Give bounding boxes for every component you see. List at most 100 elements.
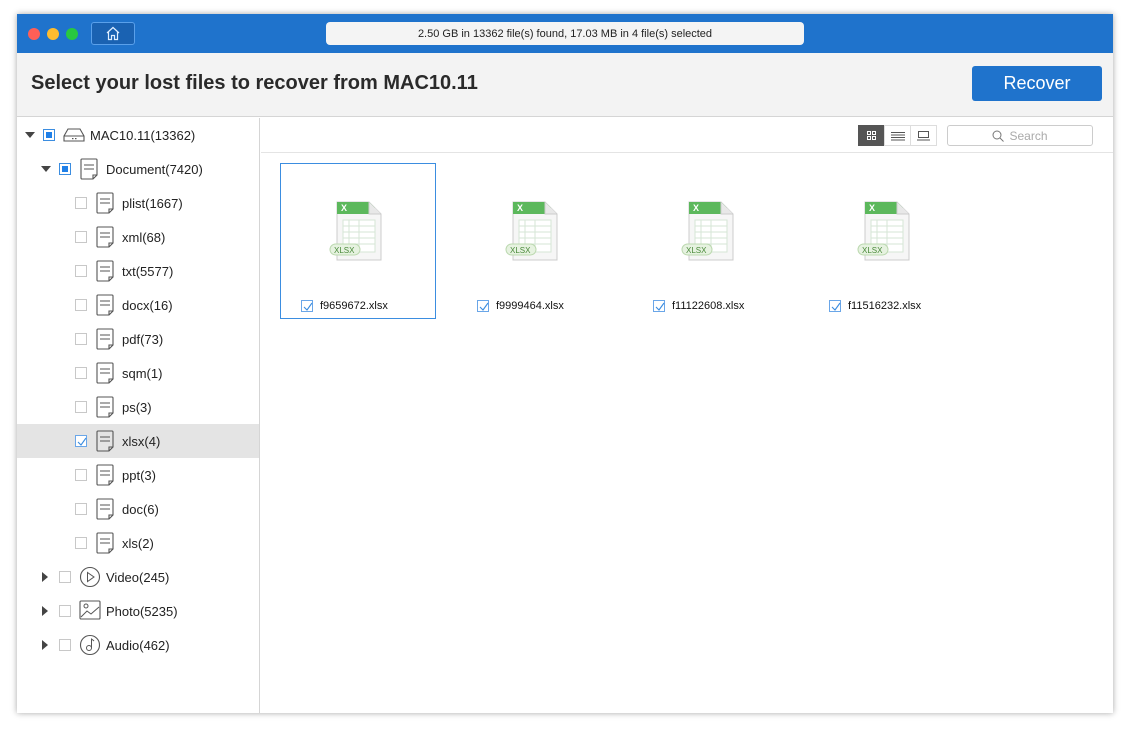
file-checkbox[interactable]	[301, 300, 313, 312]
document-icon	[95, 498, 115, 523]
tree-checkbox[interactable]	[43, 129, 55, 141]
grid-icon	[867, 131, 876, 140]
tree-item[interactable]: ppt(3)	[17, 458, 259, 492]
document-icon	[95, 260, 115, 285]
tree-item[interactable]: pdf(73)	[17, 322, 259, 356]
file-tile[interactable]: X XLSX f11516232.xlsx	[808, 163, 964, 319]
tree-item[interactable]: MAC10.11(13362)	[17, 118, 259, 152]
document-icon	[95, 464, 115, 489]
document-icon	[95, 532, 115, 557]
preview-view-button[interactable]	[910, 125, 937, 146]
tree-checkbox[interactable]	[75, 265, 87, 277]
tree-checkbox[interactable]	[75, 503, 87, 515]
tree-item[interactable]: ps(3)	[17, 390, 259, 424]
svg-text:X: X	[341, 203, 347, 213]
tree-item[interactable]: xml(68)	[17, 220, 259, 254]
tree-item-label: xls(2)	[122, 536, 154, 551]
svg-text:XLSX: XLSX	[510, 246, 531, 255]
file-tile[interactable]: X XLSX f11122608.xlsx	[632, 163, 788, 319]
zoom-button[interactable]	[66, 28, 78, 40]
tree-item-label: Document(7420)	[106, 162, 203, 177]
monitor-icon	[917, 131, 930, 141]
document-icon	[95, 192, 115, 217]
app-window: 2.50 GB in 13362 file(s) found, 17.03 MB…	[17, 14, 1113, 713]
tree-checkbox[interactable]	[75, 367, 87, 379]
tree-checkbox[interactable]	[75, 197, 87, 209]
home-button[interactable]	[91, 22, 135, 45]
tree-item-label: Video(245)	[106, 570, 170, 585]
close-button[interactable]	[28, 28, 40, 40]
search-input[interactable]: Search	[947, 125, 1093, 146]
tree-checkbox[interactable]	[59, 605, 71, 617]
tree-checkbox[interactable]	[59, 571, 71, 583]
tree-checkbox[interactable]	[75, 537, 87, 549]
header: Select your lost files to recover from M…	[17, 53, 1113, 117]
tree-item-label: doc(6)	[122, 502, 159, 517]
svg-text:X: X	[517, 203, 523, 213]
tree-item[interactable]: Photo(5235)	[17, 594, 259, 628]
tree-item[interactable]: Audio(462)	[17, 628, 259, 662]
document-icon	[95, 328, 115, 353]
expand-arrow-down-icon[interactable]	[25, 132, 35, 138]
tree-item-label: pdf(73)	[122, 332, 164, 347]
tree-checkbox[interactable]	[75, 469, 87, 481]
tree-item-label: ps(3)	[122, 400, 152, 415]
tree-checkbox[interactable]	[75, 299, 87, 311]
tree-item[interactable]: doc(6)	[17, 492, 259, 526]
title-bar: 2.50 GB in 13362 file(s) found, 17.03 MB…	[17, 14, 1113, 53]
file-tile[interactable]: X XLSX f9999464.xlsx	[456, 163, 612, 319]
tree-item-label: xlsx(4)	[122, 434, 161, 449]
document-icon	[95, 226, 115, 251]
grid-view-button[interactable]	[858, 125, 885, 146]
search-placeholder: Search	[1009, 128, 1048, 143]
file-name: f9659672.xlsx	[320, 300, 388, 312]
expand-arrow-right-icon[interactable]	[42, 572, 48, 582]
photo-icon	[79, 600, 101, 623]
expand-arrow-right-icon[interactable]	[42, 640, 48, 650]
tree-item-label: MAC10.11(13362)	[90, 128, 196, 143]
xlsx-file-icon: X XLSX	[329, 200, 385, 269]
tree-checkbox[interactable]	[75, 401, 87, 413]
tree-item[interactable]: txt(5577)	[17, 254, 259, 288]
tree-item-label: Photo(5235)	[106, 604, 178, 619]
tree-checkbox[interactable]	[59, 639, 71, 651]
tree-item[interactable]: xls(2)	[17, 526, 259, 560]
xlsx-file-icon: X XLSX	[681, 200, 737, 269]
recover-button[interactable]: Recover	[972, 66, 1102, 101]
tree-item-label: sqm(1)	[122, 366, 163, 381]
file-browser: Search X XLSX f9659672.xlsx X XLSX f9999464…	[261, 118, 1113, 713]
expand-arrow-right-icon[interactable]	[42, 606, 48, 616]
tree-item[interactable]: xlsx(4)	[17, 424, 259, 458]
document-icon	[95, 396, 115, 421]
svg-text:XLSX: XLSX	[334, 246, 355, 255]
tree-item-label: ppt(3)	[122, 468, 156, 483]
tree-item[interactable]: plist(1667)	[17, 186, 259, 220]
svg-text:X: X	[869, 203, 875, 213]
file-checkbox[interactable]	[477, 300, 489, 312]
tree-checkbox[interactable]	[75, 231, 87, 243]
document-icon	[95, 362, 115, 387]
expand-arrow-down-icon[interactable]	[41, 166, 51, 172]
minimize-button[interactable]	[47, 28, 59, 40]
document-icon	[79, 158, 99, 183]
document-icon	[95, 294, 115, 319]
list-icon	[890, 131, 905, 140]
file-checkbox[interactable]	[653, 300, 665, 312]
file-name: f9999464.xlsx	[496, 300, 564, 312]
file-tile[interactable]: X XLSX f9659672.xlsx	[280, 163, 436, 319]
page-title: Select your lost files to recover from M…	[31, 72, 478, 94]
file-checkbox[interactable]	[829, 300, 841, 312]
list-view-button[interactable]	[884, 125, 911, 146]
home-icon	[106, 26, 120, 41]
tree-item[interactable]: Document(7420)	[17, 152, 259, 186]
tree-item[interactable]: docx(16)	[17, 288, 259, 322]
tree-checkbox[interactable]	[59, 163, 71, 175]
tree-item[interactable]: sqm(1)	[17, 356, 259, 390]
svg-text:X: X	[693, 203, 699, 213]
video-icon	[79, 566, 101, 591]
tree-checkbox[interactable]	[75, 435, 87, 447]
tree-item-label: txt(5577)	[122, 264, 174, 279]
tree-item[interactable]: Video(245)	[17, 560, 259, 594]
tree-checkbox[interactable]	[75, 333, 87, 345]
file-type-tree: MAC10.11(13362) Document(7420) plist(1667)…	[17, 118, 260, 713]
